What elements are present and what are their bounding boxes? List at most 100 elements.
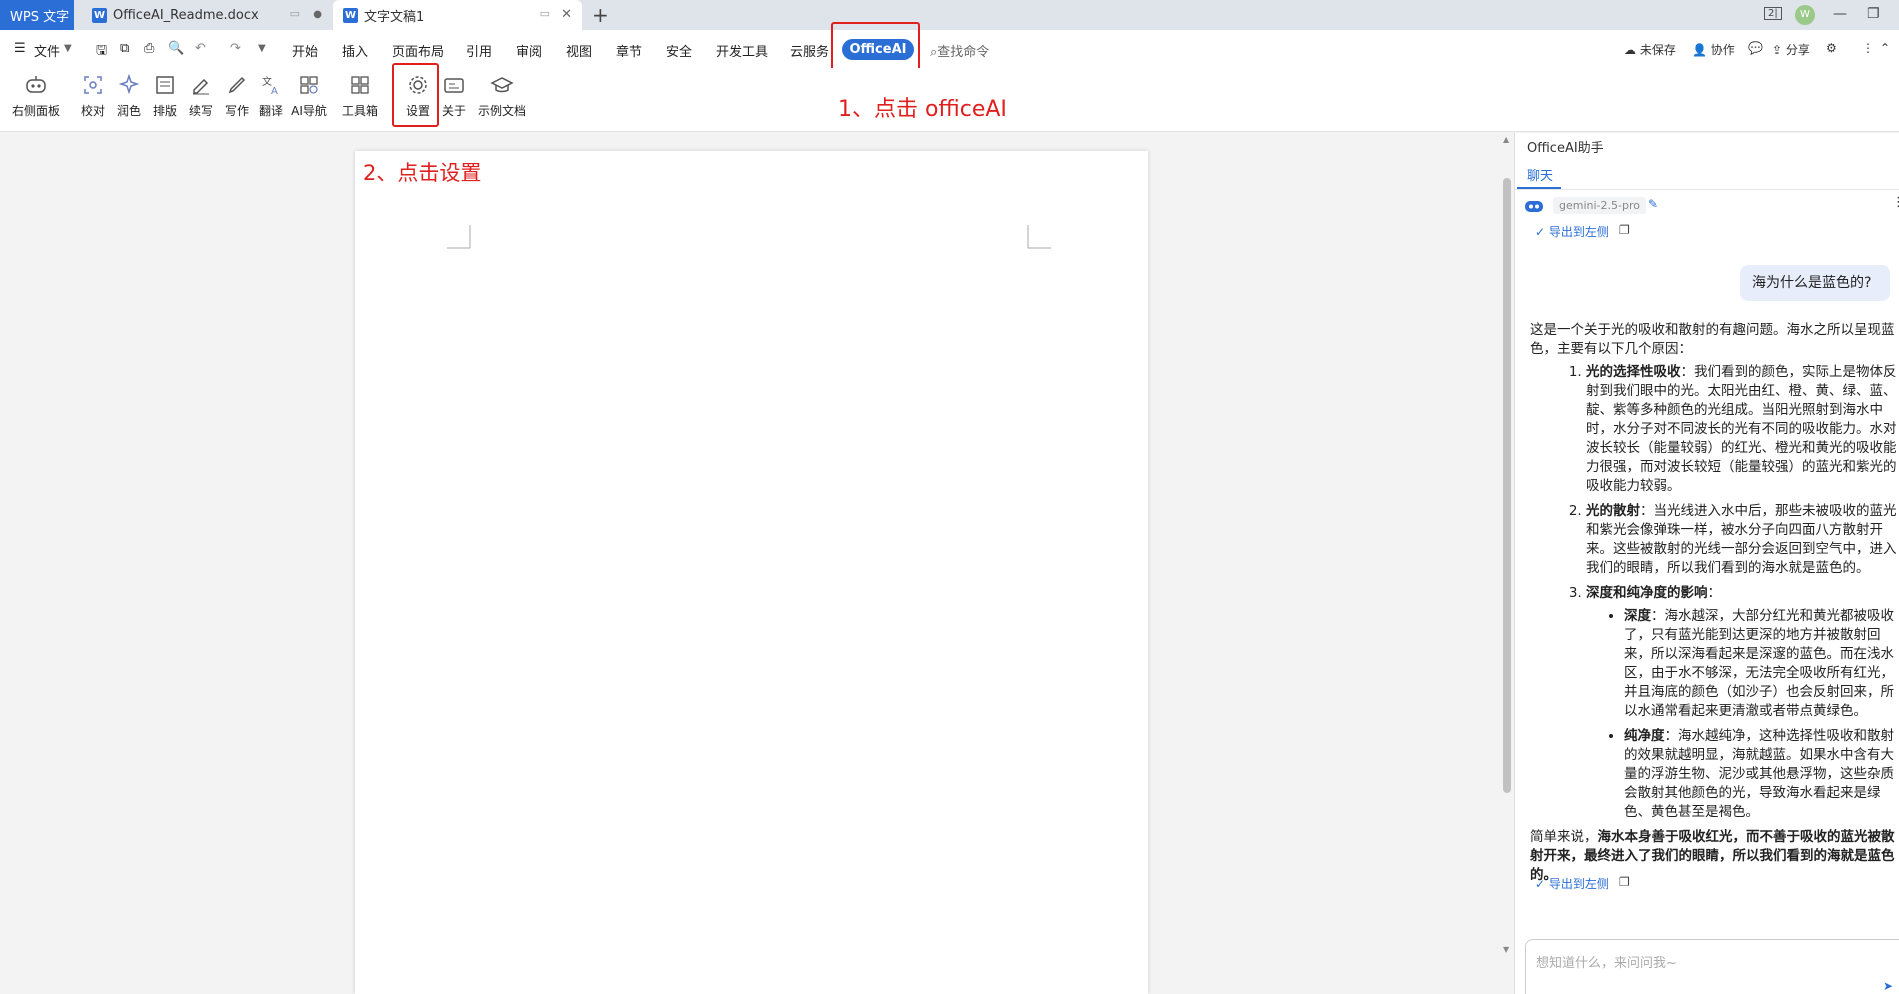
undo-icon[interactable]: ↶: [195, 41, 206, 56]
menu-references[interactable]: 引用: [466, 41, 492, 60]
settings-gear-icon[interactable]: ⚙: [1826, 41, 1837, 55]
menu-section[interactable]: 章节: [616, 41, 642, 60]
point-title: 深度和纯净度的影响: [1586, 585, 1708, 601]
ribbon-btn-translate[interactable]: 文A 翻译: [256, 68, 286, 128]
menu-page-layout[interactable]: 页面布局: [392, 41, 444, 60]
ribbon-btn-ai-nav[interactable]: AI导航: [290, 68, 328, 128]
share-button[interactable]: ⇪ 分享: [1772, 41, 1810, 58]
collab-button[interactable]: 👤 协作: [1692, 41, 1735, 58]
export-label: 导出到左侧: [1548, 877, 1609, 891]
wps-writer-icon: W: [343, 7, 358, 23]
subpoint-title: 纯净度: [1624, 728, 1665, 744]
more-icon[interactable]: ⋮: [1892, 195, 1899, 210]
export-pdf-icon[interactable]: ⧉: [120, 41, 129, 56]
ribbon-btn-toolbox[interactable]: 工具箱: [337, 68, 383, 128]
ribbon-btn-polish[interactable]: 润色: [114, 68, 144, 128]
export-icon: ✓: [1535, 225, 1549, 239]
sparkle-icon: [118, 73, 140, 95]
pen-icon: [228, 76, 246, 94]
print-preview-icon[interactable]: 🔍: [168, 41, 184, 56]
export-to-left-link[interactable]: ✓ 导出到左侧: [1535, 223, 1609, 240]
scroll-down-icon[interactable]: ▼: [1503, 945, 1509, 954]
tab-readme-doc[interactable]: W OfficeAI_Readme.docx ▭ ●: [82, 0, 332, 30]
menu-cloud[interactable]: 云服务: [790, 41, 829, 60]
pane-title: OfficeAI助手: [1527, 141, 1604, 156]
minimize-icon[interactable]: —: [1833, 6, 1847, 22]
edit-icon[interactable]: ✎: [1648, 197, 1658, 211]
subpoint-text: ：海水越深，大部分红光和黄光都被吸收了，只有蓝光能到达更深的地方并被散射回来，所…: [1624, 608, 1894, 719]
copy-icon[interactable]: ❐: [1619, 875, 1630, 889]
share-label: 分享: [1785, 43, 1810, 57]
ribbon-btn-about[interactable]: 关于: [439, 68, 469, 128]
about-icon: [444, 78, 464, 93]
margin-corner-mark: [1027, 225, 1051, 249]
menu-home[interactable]: 开始: [292, 41, 318, 60]
unsaved-label: 未保存: [1639, 43, 1676, 57]
proofread-icon: [84, 76, 102, 94]
more-icon[interactable]: ⋮: [1862, 41, 1874, 55]
chat-input[interactable]: 想知道什么，来问问我~: [1525, 939, 1899, 994]
ribbon-btn-write[interactable]: 写作: [222, 68, 252, 128]
ribbon-label: 润色: [116, 104, 141, 118]
send-icon[interactable]: ➤: [1883, 979, 1893, 993]
model-selector[interactable]: gemini-2.5-pro: [1553, 197, 1646, 214]
margin-corner-mark: [447, 225, 471, 249]
search-command-label: 查找命令: [937, 45, 990, 60]
cloud-unsaved-button[interactable]: ☁ 未保存: [1624, 41, 1676, 58]
menu-security[interactable]: 安全: [666, 41, 692, 60]
save-icon[interactable]: 🖫: [96, 41, 107, 63]
layout-switch-icon[interactable]: 2|: [1764, 7, 1782, 20]
user-message: 海为什么是蓝色的?: [1740, 265, 1890, 301]
tab-label: WPS 文字: [10, 9, 70, 25]
ribbon-btn-proofread[interactable]: 校对: [78, 68, 108, 128]
ribbon-btn-sample-docs[interactable]: 示例文档: [474, 68, 530, 128]
svg-text:A: A: [271, 86, 278, 97]
collab-label: 协作: [1710, 43, 1735, 57]
ribbon-btn-right-panel[interactable]: 右侧面板: [8, 68, 64, 128]
title-bar: WPS 文字 W OfficeAI_Readme.docx ▭ ● W 文字文稿…: [0, 0, 1899, 30]
redo-icon[interactable]: ↷: [230, 41, 241, 56]
wps-writer-icon: W: [92, 7, 107, 23]
export-label: 导出到左侧: [1548, 225, 1609, 239]
document-scrollbar[interactable]: ▲ ▼: [1500, 133, 1514, 994]
collapse-ribbon-icon[interactable]: ⌃: [1880, 41, 1890, 55]
ribbon-btn-layout[interactable]: 排版: [150, 68, 180, 128]
menu-insert[interactable]: 插入: [342, 41, 368, 60]
comment-icon[interactable]: 💬: [1748, 41, 1763, 55]
restore-icon[interactable]: ❐: [1867, 6, 1880, 22]
scrollbar-thumb[interactable]: [1503, 178, 1511, 793]
user-icon: 👤: [1692, 43, 1711, 57]
chevron-down-icon[interactable]: ▼: [64, 43, 72, 54]
ribbon-label: AI导航: [291, 104, 327, 118]
ribbon-label: 关于: [441, 104, 466, 118]
new-tab-button[interactable]: +: [592, 3, 609, 27]
quick-access-more-icon[interactable]: ▼: [258, 43, 266, 54]
search-command[interactable]: ⌕查找命令: [930, 41, 989, 60]
tab-current-doc[interactable]: W 文字文稿1 ▭ ✕: [333, 0, 582, 30]
annotation-step2: 2、点击设置: [363, 161, 482, 185]
document-page[interactable]: [355, 151, 1148, 994]
ribbon-label: 写作: [224, 104, 249, 118]
tab-chat[interactable]: 聊天: [1527, 165, 1553, 184]
tab-wps-home[interactable]: WPS 文字: [0, 0, 74, 30]
avatar[interactable]: W: [1795, 5, 1815, 25]
answer-subpoint: 纯净度：海水越纯净，这种选择性吸收和散射的效果就越明显，海就越蓝。如果水中含有大…: [1624, 727, 1899, 822]
scroll-up-icon[interactable]: ▲: [1503, 135, 1509, 144]
toolbox-icon: [351, 76, 369, 94]
menu-review[interactable]: 审阅: [516, 41, 542, 60]
ribbon-btn-continue[interactable]: 续写: [186, 68, 216, 128]
export-to-left-link[interactable]: ✓ 导出到左侧: [1535, 875, 1609, 892]
menu-view[interactable]: 视图: [566, 41, 592, 60]
tab-dot-icon[interactable]: ●: [313, 9, 322, 20]
tab-pin-icon[interactable]: ▭: [540, 7, 550, 20]
menu-file[interactable]: 文件: [34, 41, 60, 60]
close-icon[interactable]: ✕: [561, 7, 572, 22]
menu-developer[interactable]: 开发工具: [716, 41, 768, 60]
copy-icon[interactable]: ❐: [1619, 223, 1630, 237]
tab-pin-icon[interactable]: ▭: [290, 7, 300, 20]
summary-lead: 简单来说，: [1530, 829, 1598, 845]
print-icon[interactable]: ⎙: [144, 41, 154, 56]
export-icon: ✓: [1535, 877, 1549, 891]
hamburger-menu-icon[interactable]: ☰: [14, 41, 26, 56]
point-title: 光的散射: [1586, 503, 1640, 519]
